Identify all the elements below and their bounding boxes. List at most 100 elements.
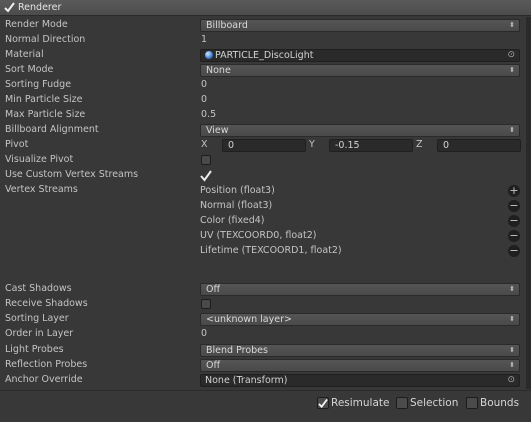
billboard-alignment-dropdown[interactable]: View ⬍: [200, 124, 520, 137]
bounds-checkbox[interactable]: [466, 397, 478, 409]
normal-direction-row: Normal Direction 1: [0, 33, 525, 48]
selection-label: Selection: [410, 397, 459, 409]
sorting-layer-label: Sorting Layer: [5, 313, 69, 324]
remove-stream-icon[interactable]: −: [508, 200, 520, 212]
receive-shadows-label: Receive Shadows: [5, 298, 88, 309]
anchor-override-value: None (Transform): [205, 375, 288, 386]
anchor-override-label: Anchor Override: [5, 374, 83, 385]
receive-shadows-row: Receive Shadows: [0, 297, 525, 312]
vertex-stream-item[interactable]: Color (fixed4): [200, 215, 264, 226]
checkmark-icon: [200, 170, 212, 182]
vertex-stream-item[interactable]: Position (float3): [200, 185, 275, 196]
order-in-layer-field[interactable]: 0: [201, 328, 207, 339]
resimulate-checkbox[interactable]: [317, 397, 329, 409]
light-probes-label: Light Probes: [5, 344, 64, 355]
render-mode-dropdown[interactable]: Billboard ⬍: [200, 19, 520, 32]
renderer-module-panel: Render Mode Billboard ⬍ Normal Direction …: [0, 17, 525, 389]
min-particle-size-row: Min Particle Size 0: [0, 93, 525, 108]
renderer-title: Renderer: [18, 2, 62, 13]
billboard-alignment-value: View: [206, 125, 229, 136]
cast-shadows-dropdown[interactable]: Off ⬍: [200, 283, 520, 296]
remove-stream-icon[interactable]: −: [508, 215, 520, 227]
selection-toggle[interactable]: Selection: [396, 396, 458, 410]
material-label: Material: [5, 49, 44, 60]
material-field[interactable]: PARTICLE_DiscoLight ⊙: [200, 49, 520, 62]
dropdown-arrow-icon: ⬍: [509, 315, 515, 323]
render-mode-row: Render Mode Billboard ⬍: [0, 18, 525, 33]
material-sphere-icon: [205, 51, 213, 59]
pivot-y-label: Y: [309, 139, 315, 150]
use-custom-vertex-streams-row: Use Custom Vertex Streams: [0, 168, 525, 183]
dropdown-arrow-icon: ⬍: [509, 361, 515, 369]
light-probes-dropdown[interactable]: Blend Probes ⬍: [200, 344, 520, 357]
min-particle-size-label: Min Particle Size: [5, 94, 83, 105]
renderer-module-header[interactable]: Renderer: [0, 0, 531, 16]
vertex-streams-label: Vertex Streams: [5, 184, 78, 195]
normal-direction-field[interactable]: 1: [201, 34, 207, 45]
object-picker-icon[interactable]: ⊙: [507, 375, 515, 386]
anchor-override-field[interactable]: None (Transform) ⊙: [200, 374, 520, 387]
pivot-x-label: X: [201, 139, 208, 150]
reflection-probes-row: Reflection Probes Off ⬍: [0, 358, 525, 373]
billboard-alignment-row: Billboard Alignment View ⬍: [0, 123, 525, 138]
resimulate-label: Resimulate: [331, 397, 390, 409]
add-stream-icon[interactable]: +: [508, 185, 520, 197]
pivot-row: Pivot X 0 Y -0.15 Z 0: [0, 138, 525, 153]
resimulate-toggle[interactable]: Resimulate: [317, 396, 389, 410]
light-probes-row: Light Probes Blend Probes ⬍: [0, 343, 525, 358]
dropdown-arrow-icon: ⬍: [509, 346, 515, 354]
vertex-stream-item[interactable]: UV (TEXCOORD0, float2): [200, 230, 316, 241]
max-particle-size-row: Max Particle Size 0.5: [0, 108, 525, 123]
billboard-alignment-label: Billboard Alignment: [5, 124, 99, 135]
min-particle-size-field[interactable]: 0: [201, 94, 207, 105]
vertex-stream-item[interactable]: Lifetime (TEXCOORD1, float2): [200, 245, 342, 256]
anchor-override-row: Anchor Override None (Transform) ⊙: [0, 373, 525, 388]
reflection-probes-value: Off: [206, 360, 221, 371]
cast-shadows-row: Cast Shadows Off ⬍: [0, 282, 525, 297]
object-picker-icon[interactable]: ⊙: [507, 50, 515, 61]
visualize-pivot-checkbox[interactable]: [201, 155, 211, 165]
bounds-label: Bounds: [480, 397, 520, 409]
material-row: Material PARTICLE_DiscoLight ⊙: [0, 48, 525, 63]
inspector-scrollbar[interactable]: [526, 17, 531, 389]
selection-checkbox[interactable]: [396, 397, 408, 409]
cast-shadows-value: Off: [206, 284, 221, 295]
use-custom-vertex-streams-label: Use Custom Vertex Streams: [5, 169, 139, 180]
visualize-pivot-label: Visualize Pivot: [5, 154, 74, 165]
sort-mode-row: Sort Mode None ⬍: [0, 63, 525, 78]
receive-shadows-checkbox[interactable]: [201, 299, 211, 309]
render-mode-value: Billboard: [206, 20, 248, 31]
visualize-pivot-row: Visualize Pivot: [0, 153, 525, 168]
bounds-toggle[interactable]: Bounds: [466, 396, 519, 410]
sorting-fudge-row: Sorting Fudge 0: [0, 78, 525, 93]
sorting-layer-value: <unknown layer>: [206, 314, 292, 325]
pivot-x-field[interactable]: 0: [222, 139, 306, 152]
remove-stream-icon[interactable]: −: [508, 230, 520, 242]
vertex-stream-item[interactable]: Normal (float3): [200, 200, 272, 211]
light-probes-value: Blend Probes: [206, 345, 268, 356]
order-in-layer-row: Order in Layer 0: [0, 327, 525, 342]
particle-effect-footer: Resimulate Selection Bounds: [0, 390, 531, 422]
dropdown-arrow-icon: ⬍: [509, 66, 515, 74]
sorting-layer-dropdown[interactable]: <unknown layer> ⬍: [200, 313, 520, 326]
max-particle-size-label: Max Particle Size: [5, 109, 86, 120]
sort-mode-value: None: [206, 65, 231, 76]
reflection-probes-label: Reflection Probes: [5, 359, 88, 370]
cast-shadows-label: Cast Shadows: [5, 283, 72, 294]
remove-stream-icon[interactable]: −: [508, 245, 520, 257]
sorting-fudge-label: Sorting Fudge: [5, 79, 72, 90]
checkmark-icon: [318, 398, 328, 408]
reflection-probes-dropdown[interactable]: Off ⬍: [200, 359, 520, 372]
dropdown-arrow-icon: ⬍: [509, 21, 515, 29]
sort-mode-label: Sort Mode: [5, 64, 54, 75]
pivot-y-field[interactable]: -0.15: [329, 139, 413, 152]
pivot-z-field[interactable]: 0: [437, 139, 521, 152]
max-particle-size-field[interactable]: 0.5: [201, 109, 216, 120]
dropdown-arrow-icon: ⬍: [509, 126, 515, 134]
renderer-enabled-checkbox[interactable]: [4, 2, 15, 13]
normal-direction-label: Normal Direction: [5, 34, 86, 45]
dropdown-arrow-icon: ⬍: [509, 285, 515, 293]
material-value: PARTICLE_DiscoLight: [215, 50, 314, 61]
sort-mode-dropdown[interactable]: None ⬍: [200, 64, 520, 77]
sorting-fudge-field[interactable]: 0: [201, 79, 207, 90]
